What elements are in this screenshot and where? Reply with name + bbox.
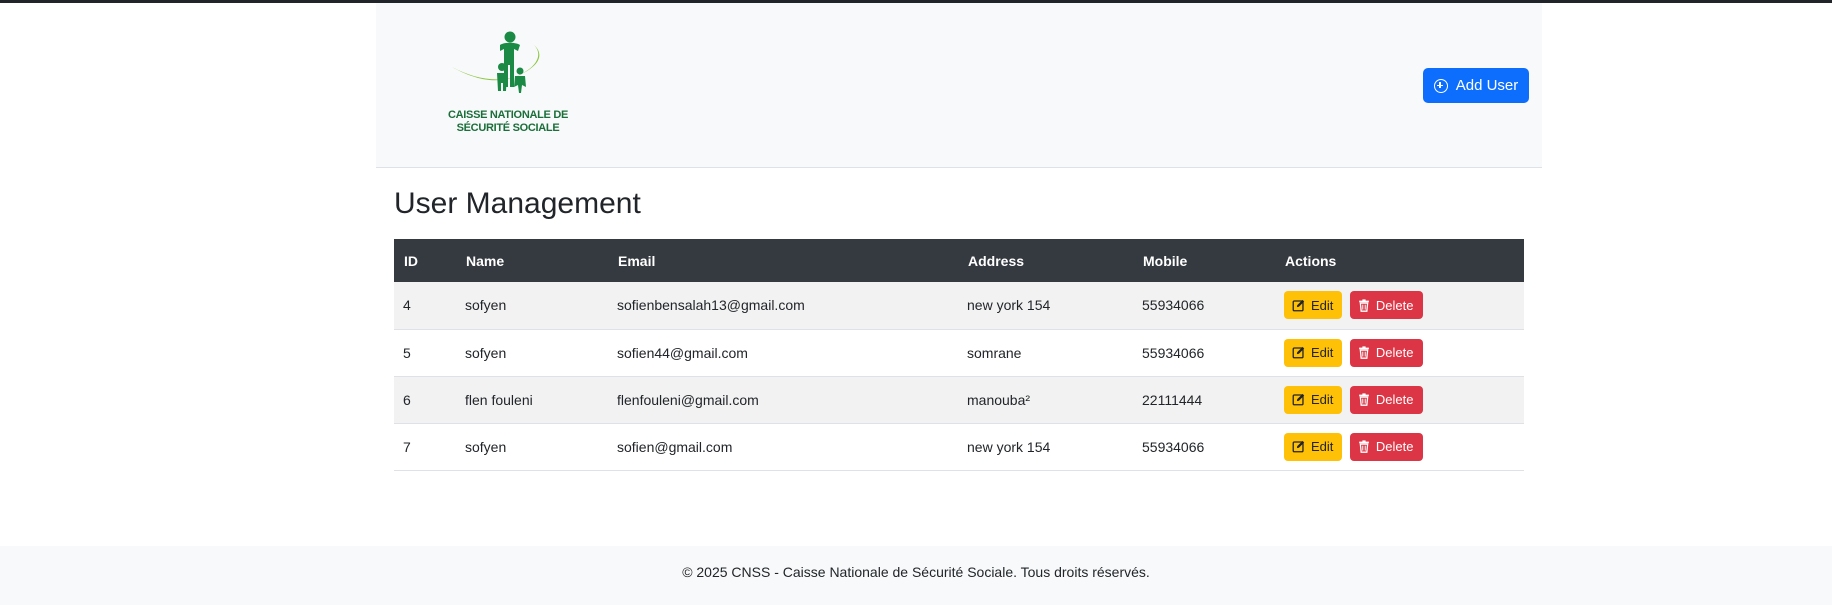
delete-button[interactable]: Delete [1349, 432, 1423, 461]
cell-id: 7 [403, 438, 411, 455]
edit-icon [1292, 346, 1305, 359]
cell-actions: Edit Delete [1275, 329, 1524, 376]
footer-copyright: © 2025 CNSS - Caisse Nationale de Sécuri… [682, 564, 1150, 580]
cell-email: flenfouleni@gmail.com [617, 391, 759, 408]
table-header-row: ID Name Email Address Mobile Actions [394, 239, 1524, 282]
cnss-logo: CAISSE NATIONALE DE SÉCURITÉ SOCIALE [448, 29, 568, 145]
delete-label: Delete [1375, 392, 1414, 407]
edit-icon [1292, 440, 1305, 453]
cell-mobile: 55934066 [1142, 297, 1205, 314]
edit-button[interactable]: Edit [1284, 432, 1342, 461]
add-user-button[interactable]: Add User [1423, 68, 1529, 103]
cell-actions: Edit Delete [1275, 376, 1524, 423]
table-row: 7 sofyen sofien@gmail.com new york 154 5… [394, 423, 1524, 470]
cell-id: 4 [403, 297, 411, 314]
table-row: 5 sofyen sofien44@gmail.com somrane 5593… [394, 329, 1524, 376]
cell-actions: Edit Delete [1275, 282, 1524, 329]
edit-label: Edit [1311, 439, 1334, 454]
edit-label: Edit [1311, 345, 1334, 360]
delete-button[interactable]: Delete [1349, 385, 1423, 414]
cell-address: manouba² [967, 391, 1031, 408]
cell-email: sofien@gmail.com [617, 438, 733, 455]
table-row: 4 sofyen sofienbensalah13@gmail.com new … [394, 282, 1524, 329]
logo-text-line2: SÉCURITÉ SOCIALE [456, 122, 560, 134]
column-header-address: Address [968, 252, 1025, 269]
trash-icon [1358, 299, 1370, 312]
trash-icon [1358, 393, 1370, 406]
delete-label: Delete [1375, 297, 1414, 313]
edit-button[interactable]: Edit [1284, 385, 1342, 414]
cell-mobile: 55934066 [1142, 438, 1205, 455]
trash-icon [1358, 440, 1370, 453]
cell-name: sofyen [465, 344, 507, 361]
cnss-logo-icon [452, 31, 540, 93]
cell-name: flen fouleni [465, 391, 533, 408]
delete-label: Delete [1375, 439, 1414, 454]
cell-email: sofienbensalah13@gmail.com [617, 297, 805, 314]
table-row: 6 flen fouleni flenfouleni@gmail.com man… [394, 376, 1524, 423]
header: CAISSE NATIONALE DE SÉCURITÉ SOCIALE Add… [376, 3, 1542, 168]
edit-button[interactable]: Edit [1284, 338, 1342, 367]
edit-icon [1292, 393, 1305, 406]
cell-id: 6 [403, 391, 411, 408]
logo-text-line1: CAISSE NATIONALE DE [448, 109, 568, 121]
cell-actions: Edit Delete [1275, 423, 1524, 470]
logo-text: CAISSE NATIONALE DE SÉCURITÉ SOCIALE [448, 109, 568, 135]
cell-id: 5 [403, 344, 411, 361]
cell-address: new york 154 [967, 438, 1051, 455]
cell-email: sofien44@gmail.com [617, 344, 748, 361]
plus-circle-icon [1433, 78, 1448, 93]
page-title: User Management [394, 187, 641, 220]
add-user-label: Add User [1455, 77, 1519, 94]
users-table-container: ID Name Email Address Mobile Actions 4 s… [394, 239, 1524, 471]
trash-icon [1358, 346, 1370, 359]
delete-label: Delete [1375, 345, 1414, 360]
edit-label: Edit [1311, 392, 1334, 407]
cell-address: new york 154 [967, 297, 1051, 314]
footer: © 2025 CNSS - Caisse Nationale de Sécuri… [0, 546, 1832, 605]
edit-label: Edit [1311, 297, 1334, 313]
column-header-mobile: Mobile [1143, 252, 1188, 269]
delete-button[interactable]: Delete [1349, 338, 1423, 367]
cell-name: sofyen [465, 438, 507, 455]
cell-mobile: 55934066 [1142, 344, 1205, 361]
delete-button[interactable]: Delete [1349, 291, 1423, 320]
cell-mobile: 22111444 [1142, 391, 1203, 408]
column-header-actions: Actions [1285, 252, 1337, 269]
column-header-name: Name [466, 252, 505, 269]
column-header-email: Email [618, 252, 656, 269]
edit-icon [1292, 299, 1305, 312]
cell-address: somrane [967, 344, 1022, 361]
cell-name: sofyen [465, 297, 507, 314]
column-header-id: ID [404, 252, 418, 269]
edit-button[interactable]: Edit [1284, 291, 1342, 320]
users-table: ID Name Email Address Mobile Actions 4 s… [394, 239, 1524, 471]
